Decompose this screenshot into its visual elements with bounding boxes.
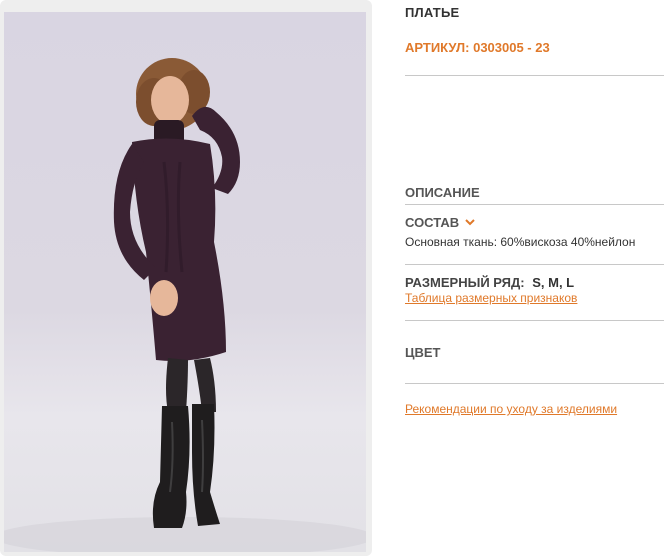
product-title: ПЛАТЬЕ: [405, 5, 460, 20]
size-table-link[interactable]: Таблица размерных признаков: [405, 291, 577, 305]
description-label[interactable]: ОПИСАНИЕ: [405, 185, 480, 200]
divider: [405, 320, 664, 321]
composition-toggle[interactable]: СОСТАВ: [405, 215, 475, 230]
product-article: АРТИКУЛ: 0303005 - 23: [405, 40, 550, 55]
product-photo[interactable]: [4, 12, 366, 552]
size-range: РАЗМЕРНЫЙ РЯД: S, M, L: [405, 275, 574, 290]
color-label: ЦВЕТ: [405, 345, 441, 360]
composition-text: Основная ткань: 60%вискоза 40%нейлон: [405, 235, 636, 249]
divider: [405, 75, 664, 76]
composition-label: СОСТАВ: [405, 215, 460, 230]
divider: [405, 264, 664, 265]
model-illustration: [4, 58, 366, 552]
divider: [405, 383, 664, 384]
size-range-values: S, M, L: [532, 275, 575, 290]
size-range-label: РАЗМЕРНЫЙ РЯД:: [405, 275, 525, 290]
chevron-down-icon: [465, 219, 475, 226]
care-recommendations-link[interactable]: Рекомендации по уходу за изделиями: [405, 402, 617, 416]
product-photo-frame: [0, 0, 372, 556]
divider: [405, 204, 664, 205]
